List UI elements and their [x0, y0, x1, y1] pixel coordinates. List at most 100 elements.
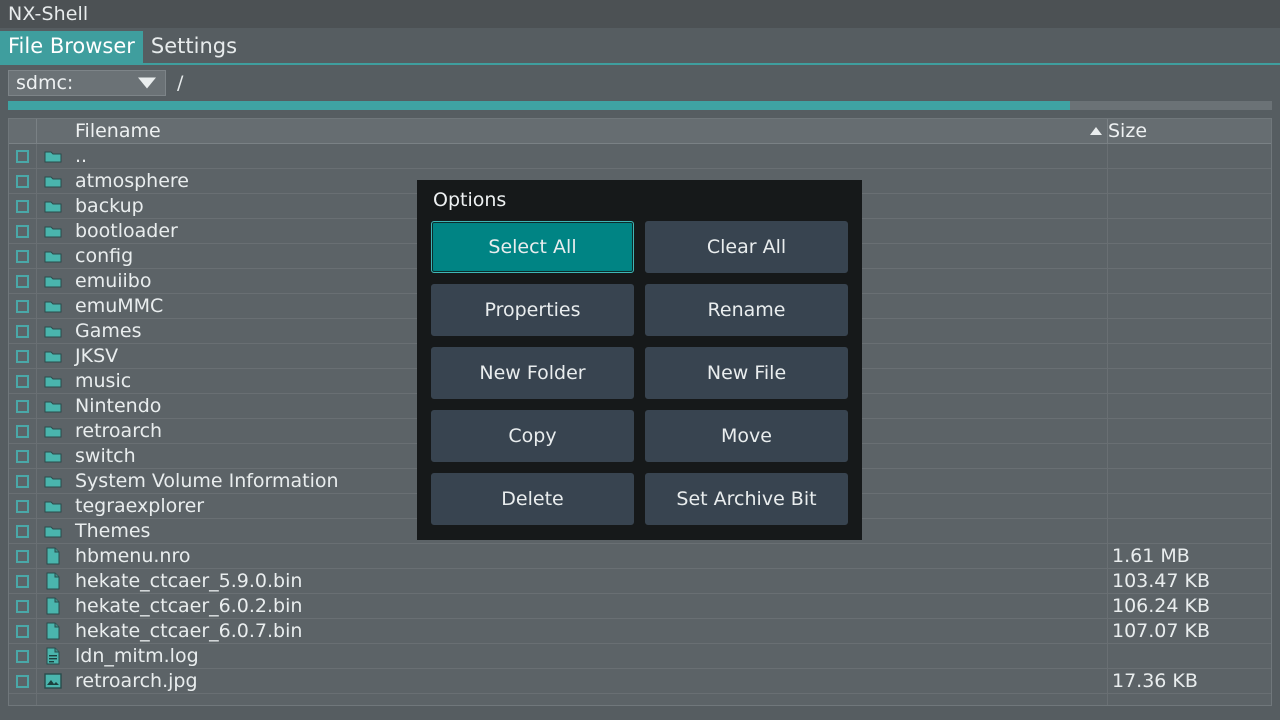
- checkbox-icon[interactable]: [16, 575, 29, 588]
- delete-button[interactable]: Delete: [431, 473, 634, 525]
- checkbox-icon[interactable]: [16, 175, 29, 188]
- table-row[interactable]: hbmenu.nro1.61 MB: [9, 544, 1271, 569]
- row-size-cell: [1107, 144, 1271, 169]
- row-checkbox-cell[interactable]: [9, 644, 37, 669]
- checkbox-icon[interactable]: [16, 350, 29, 363]
- copy-button[interactable]: Copy: [431, 410, 634, 462]
- row-checkbox-cell[interactable]: [9, 319, 37, 344]
- row-filename-cell[interactable]: hekate_ctcaer_6.0.2.bin: [69, 595, 1107, 618]
- options-dialog-title: Options: [431, 188, 848, 212]
- row-checkbox-cell[interactable]: [9, 419, 37, 444]
- select-all-button[interactable]: Select All: [431, 221, 634, 273]
- rename-button-label: Rename: [708, 299, 786, 321]
- device-select[interactable]: sdmc:: [8, 70, 166, 96]
- clear-all-button[interactable]: Clear All: [645, 221, 848, 273]
- checkbox-icon[interactable]: [16, 400, 29, 413]
- row-checkbox-cell[interactable]: [9, 244, 37, 269]
- row-checkbox-cell[interactable]: [9, 619, 37, 644]
- row-checkbox-cell[interactable]: [9, 269, 37, 294]
- row-filename-cell[interactable]: hekate_ctcaer_5.9.0.bin: [69, 570, 1107, 593]
- checkbox-icon[interactable]: [16, 275, 29, 288]
- checkbox-icon[interactable]: [16, 325, 29, 338]
- row-filename-label: Themes: [69, 520, 150, 542]
- folder-icon: [37, 369, 69, 394]
- checkbox-icon[interactable]: [16, 675, 29, 688]
- checkbox-icon[interactable]: [16, 525, 29, 538]
- new-file-button[interactable]: New File: [645, 347, 848, 399]
- tab-file-browser[interactable]: File Browser: [0, 31, 143, 63]
- row-filename-label: hekate_ctcaer_5.9.0.bin: [69, 570, 302, 592]
- row-filename-cell[interactable]: ..: [69, 145, 1107, 168]
- row-checkbox-cell[interactable]: [9, 194, 37, 219]
- row-checkbox-cell[interactable]: [9, 294, 37, 319]
- folder-icon: [37, 419, 69, 444]
- row-checkbox-cell[interactable]: [9, 169, 37, 194]
- row-filename-label: music: [69, 370, 131, 392]
- row-filename-label: switch: [69, 445, 136, 467]
- column-header-size[interactable]: Size: [1107, 119, 1271, 144]
- properties-button[interactable]: Properties: [431, 284, 634, 336]
- folder-icon: [37, 394, 69, 419]
- checkbox-icon[interactable]: [16, 500, 29, 513]
- row-checkbox-cell[interactable]: [9, 519, 37, 544]
- row-checkbox-cell[interactable]: [9, 444, 37, 469]
- row-filename-label: Nintendo: [69, 395, 161, 417]
- options-dialog: Options Select AllClear AllProperties Ren…: [417, 180, 862, 540]
- row-size-label: 1.61 MB: [1108, 545, 1190, 568]
- checkbox-icon[interactable]: [16, 650, 29, 663]
- checkbox-icon[interactable]: [16, 625, 29, 638]
- table-row-empty: [9, 694, 1271, 706]
- nx-shell-window: NX-Shell File BrowserSettings sdmc: / Fi…: [0, 0, 1280, 720]
- sort-ascending-icon: [1090, 127, 1102, 135]
- move-button[interactable]: Move: [645, 410, 848, 462]
- row-checkbox-cell[interactable]: [9, 544, 37, 569]
- row-checkbox-cell[interactable]: [9, 469, 37, 494]
- checkbox-icon[interactable]: [16, 225, 29, 238]
- row-size-cell: [1107, 344, 1271, 369]
- row-filename-label: System Volume Information: [69, 470, 339, 492]
- checkbox-icon[interactable]: [16, 300, 29, 313]
- folder-icon: [37, 519, 69, 544]
- checkbox-icon[interactable]: [16, 200, 29, 213]
- row-checkbox-cell[interactable]: [9, 594, 37, 619]
- set-archive-bit-button[interactable]: Set Archive Bit: [645, 473, 848, 525]
- table-row[interactable]: hekate_ctcaer_6.0.7.bin107.07 KB: [9, 619, 1271, 644]
- table-row[interactable]: ..: [9, 144, 1271, 169]
- folder-icon: [37, 244, 69, 269]
- checkbox-icon[interactable]: [16, 425, 29, 438]
- checkbox-icon[interactable]: [16, 600, 29, 613]
- checkbox-icon[interactable]: [16, 450, 29, 463]
- checkbox-icon[interactable]: [16, 475, 29, 488]
- new-folder-button[interactable]: New Folder: [431, 347, 634, 399]
- checkbox-icon[interactable]: [16, 550, 29, 563]
- row-checkbox-cell[interactable]: [9, 569, 37, 594]
- table-row[interactable]: retroarch.jpg17.36 KB: [9, 669, 1271, 694]
- row-checkbox-cell[interactable]: [9, 669, 37, 694]
- column-header-filename[interactable]: Filename: [69, 120, 1107, 143]
- row-filename-cell[interactable]: hekate_ctcaer_6.0.7.bin: [69, 620, 1107, 643]
- checkbox-icon[interactable]: [16, 150, 29, 163]
- folder-icon: [37, 444, 69, 469]
- table-row[interactable]: hekate_ctcaer_5.9.0.bin103.47 KB: [9, 569, 1271, 594]
- row-size-cell: [1107, 644, 1271, 669]
- tab-settings[interactable]: Settings: [143, 31, 245, 63]
- table-row[interactable]: ldn_mitm.log: [9, 644, 1271, 669]
- checkbox-icon[interactable]: [16, 250, 29, 263]
- row-filename-label: retroarch.jpg: [69, 670, 198, 692]
- table-row[interactable]: hekate_ctcaer_6.0.2.bin106.24 KB: [9, 594, 1271, 619]
- row-size-cell: [1107, 319, 1271, 344]
- row-checkbox-cell[interactable]: [9, 394, 37, 419]
- row-filename-cell[interactable]: hbmenu.nro: [69, 545, 1107, 568]
- row-checkbox-cell[interactable]: [9, 369, 37, 394]
- row-checkbox-cell[interactable]: [9, 144, 37, 169]
- rename-button[interactable]: Rename: [645, 284, 848, 336]
- row-size-cell: [1107, 269, 1271, 294]
- row-checkbox-cell[interactable]: [9, 219, 37, 244]
- checkbox-icon[interactable]: [16, 375, 29, 388]
- row-filename-label: JKSV: [69, 345, 118, 367]
- folder-icon: [37, 219, 69, 244]
- row-checkbox-cell[interactable]: [9, 344, 37, 369]
- row-filename-cell[interactable]: ldn_mitm.log: [69, 645, 1107, 668]
- row-filename-cell[interactable]: retroarch.jpg: [69, 670, 1107, 693]
- row-checkbox-cell[interactable]: [9, 494, 37, 519]
